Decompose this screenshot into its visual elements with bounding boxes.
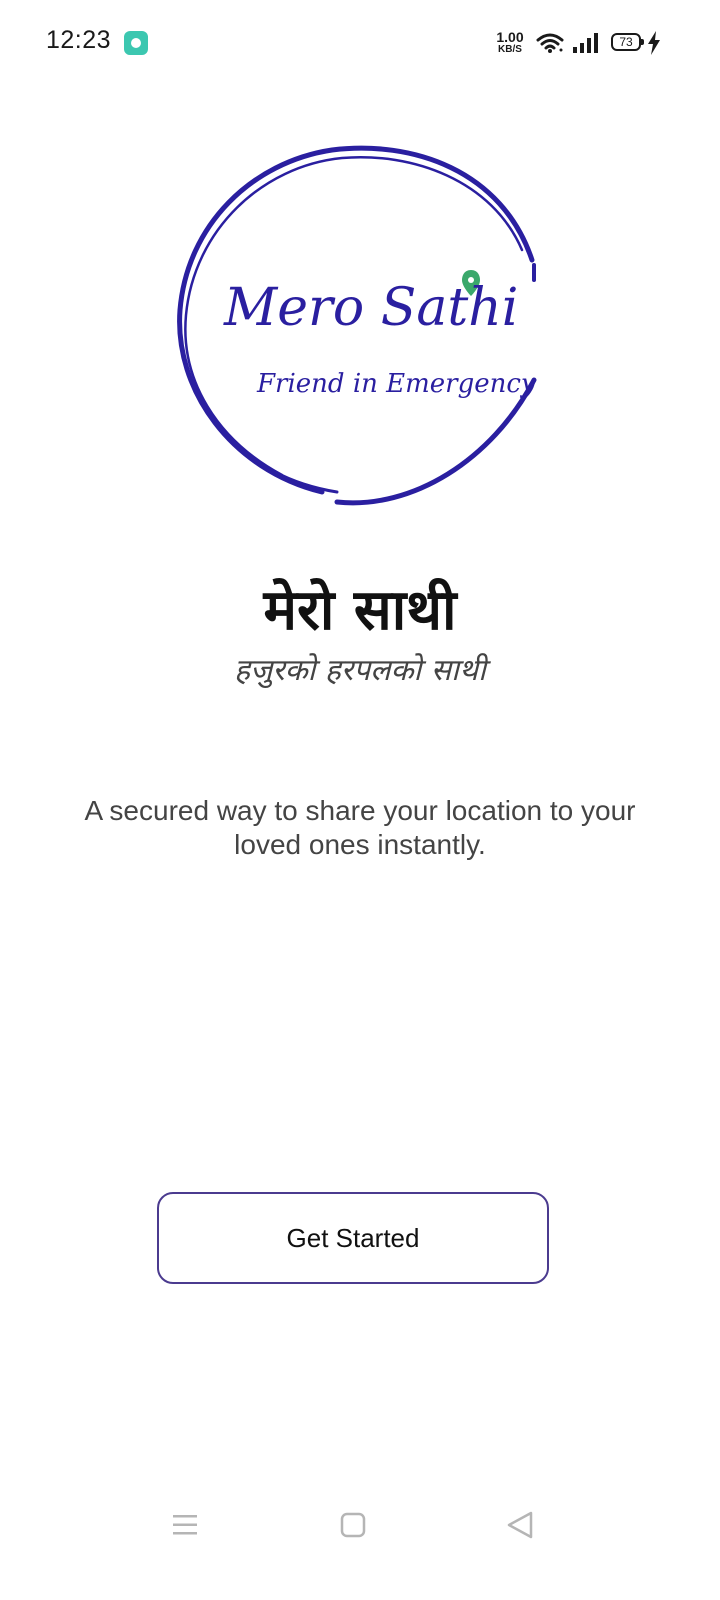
network-speed-value: 1.00	[496, 29, 524, 45]
network-speed: 1.00 KB/S	[493, 30, 527, 55]
app-description: A secured way to share your location to …	[84, 795, 636, 860]
charging-bolt-icon	[648, 31, 660, 55]
battery-indicator: 73	[611, 33, 644, 51]
get-started-label: Get Started	[286, 1222, 420, 1253]
system-navigation-bar	[0, 1500, 720, 1550]
status-time: 12:23	[46, 26, 112, 54]
recent-apps-icon[interactable]	[172, 1512, 198, 1538]
back-icon[interactable]	[506, 1510, 534, 1540]
logo-title: Mero Sathi	[223, 278, 518, 338]
app-title: मेरो साथी	[263, 578, 457, 643]
network-speed-unit: KB/S	[498, 44, 522, 55]
logo-subtitle: Friend in Emergency	[256, 369, 536, 399]
app-notification-icon	[124, 31, 148, 55]
splash-screen: 12:23 1.00 KB/S 73 Mero Sathi Friend in …	[0, 0, 720, 1600]
app-logo: Mero Sathi Friend in Emergency	[177, 145, 537, 506]
signal-icon	[573, 33, 598, 53]
app-tagline: हजुरको हरपलको साथी	[234, 653, 486, 688]
home-icon[interactable]	[340, 1512, 366, 1538]
get-started-button[interactable]: Get Started	[157, 1192, 549, 1284]
wifi-icon	[536, 33, 564, 53]
status-bar: 12:23 1.00 KB/S 73	[0, 0, 720, 90]
